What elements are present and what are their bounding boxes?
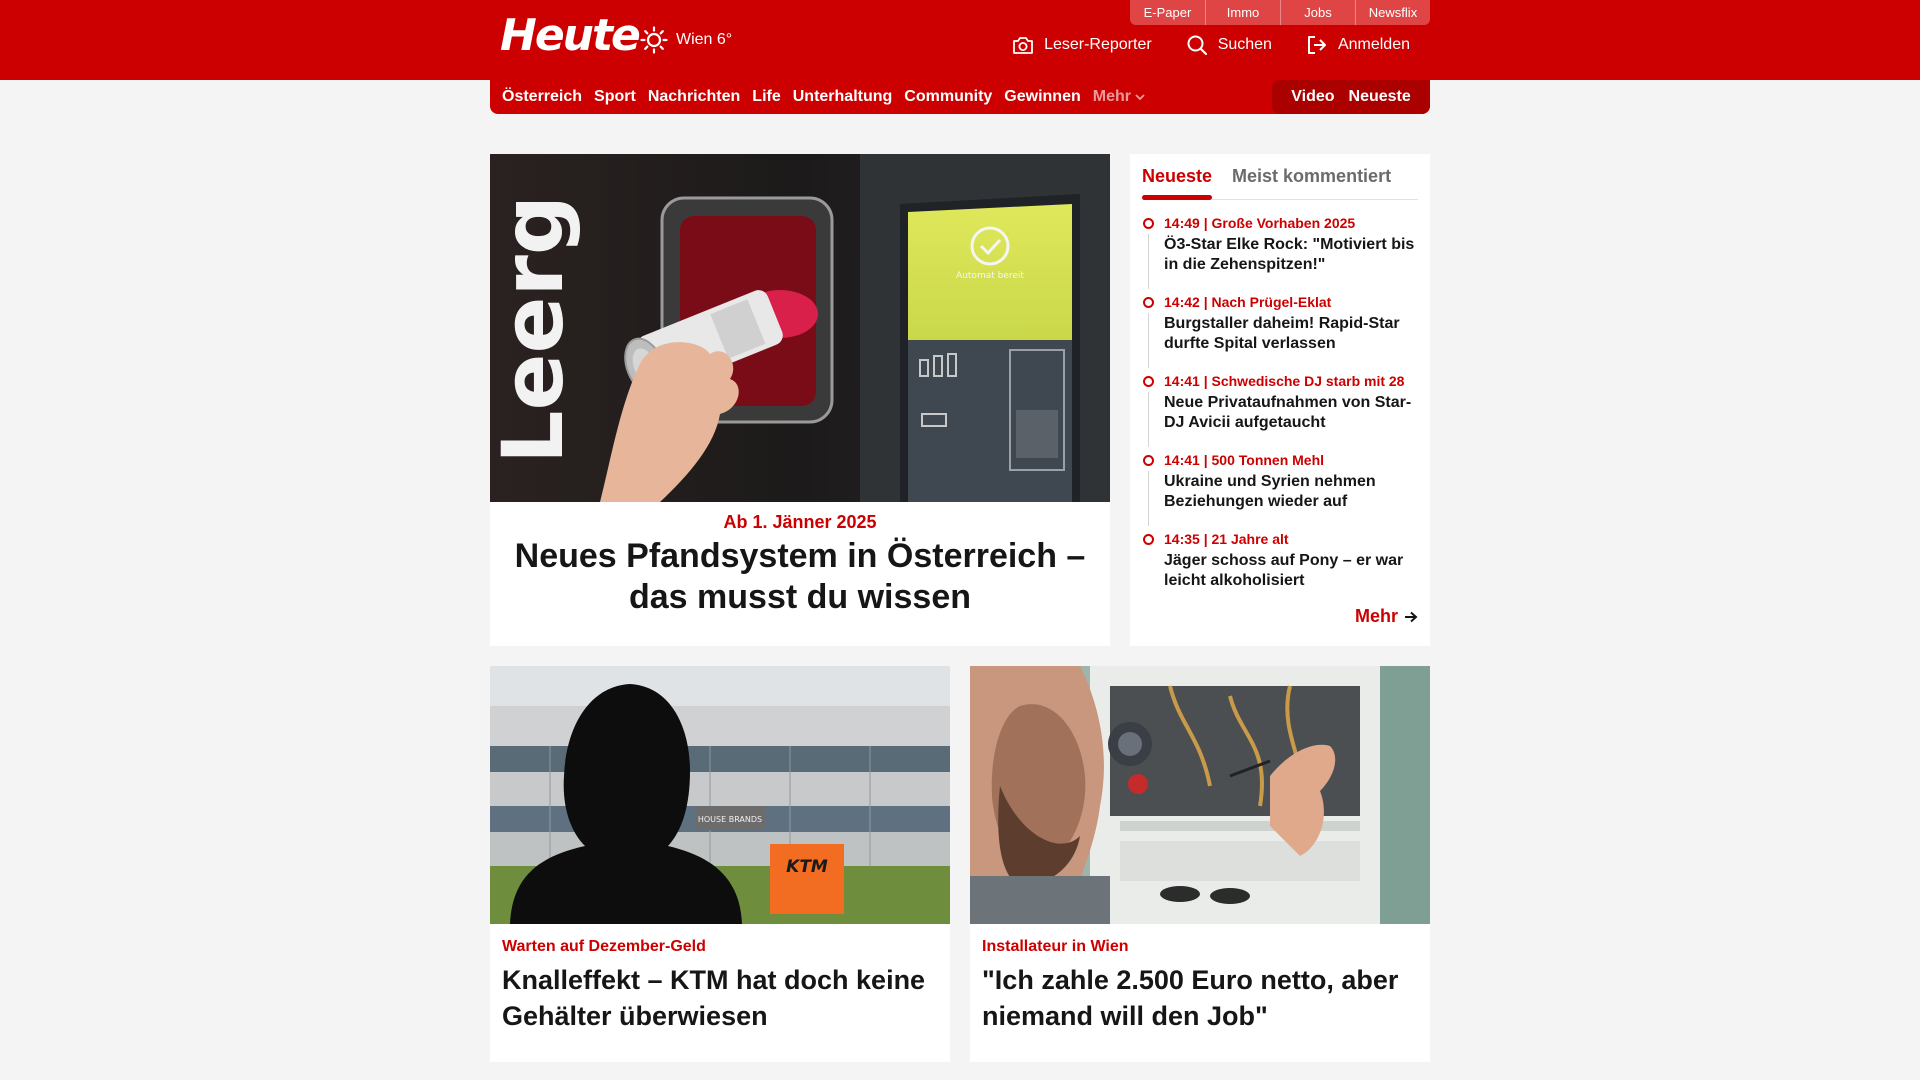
leser-reporter-label: Leser-Reporter [1044, 36, 1152, 53]
nav-item-oesterreich[interactable]: Österreich [502, 88, 582, 106]
header-actions: Leser-Reporter Suchen Anmelden [1012, 34, 1410, 56]
site-header: Heute Wien 6° E-Paper Immo Jobs Newsflix [0, 0, 1920, 80]
nav-item-community[interactable]: Community [904, 88, 992, 106]
ticker-item[interactable]: 14:35 | 21 Jahre alt Jäger schoss auf Po… [1142, 530, 1422, 609]
article-image-ktm[interactable]: HOUSE BRANDS KTM [490, 666, 950, 924]
login-icon [1307, 36, 1326, 54]
nav-item-video[interactable]: Video [1291, 88, 1334, 106]
ticker-meta: 14:41 | Schwedische DJ starb mit 28 [1164, 373, 1405, 389]
login-label: Anmelden [1337, 36, 1410, 53]
ticker-meta: 14:42 | Nach Prügel-Eklat [1164, 294, 1332, 310]
timeline-line [1148, 234, 1149, 289]
ticker-item[interactable]: 14:41 | 500 Tonnen Mehl Ukraine und Syri… [1142, 451, 1422, 530]
weather-widget[interactable]: Wien 6° [640, 26, 732, 54]
utility-link-epaper[interactable]: E-Paper [1130, 0, 1205, 25]
ticker-title[interactable]: Ö3-Star Elke Rock: "Motiviert bis in die… [1164, 235, 1422, 275]
hero-image-text: Leerg [490, 195, 582, 464]
article-headline[interactable]: "Ich zahle 2.500 Euro netto, aber nieman… [982, 962, 1422, 1034]
ticker-title[interactable]: Jäger schoss auf Pony – er war leicht al… [1164, 551, 1422, 591]
building-sign-text: HOUSE BRANDS [698, 815, 762, 824]
article-kicker: Installateur in Wien [982, 938, 1129, 955]
utility-nav: E-Paper Immo Jobs Newsflix [1130, 0, 1430, 25]
timeline-line [1148, 392, 1149, 447]
article-headline[interactable]: Knalleffekt – KTM hat doch keine Gehälte… [502, 962, 942, 1034]
nav-item-gewinnen[interactable]: Gewinnen [1004, 88, 1080, 106]
ticker-title[interactable]: Ukraine und Syrien nehmen Beziehungen wi… [1164, 472, 1422, 512]
tab-meist-kommentiert[interactable]: Meist kommentiert [1232, 162, 1391, 199]
timeline-line [1148, 471, 1149, 526]
latest-news-sidebar: Neueste Meist kommentiert 14:49 | Große … [1130, 154, 1430, 646]
ticker-item[interactable]: 14:42 | Nach Prügel-Eklat Burgstaller da… [1142, 293, 1422, 372]
camera-icon [1013, 37, 1033, 54]
hero-screen-text: Automat bereit [956, 271, 1024, 281]
timeline-dot-icon [1143, 455, 1154, 466]
site-logo[interactable]: Heute [500, 12, 641, 60]
article-image-installateur[interactable] [970, 666, 1430, 924]
nav-item-neueste[interactable]: Neueste [1349, 88, 1411, 106]
leser-reporter-button[interactable]: Leser-Reporter [1012, 34, 1152, 56]
sidebar-more-link[interactable]: Mehr [1355, 606, 1418, 627]
hero-image[interactable]: Leerg Automat bereit [490, 154, 1110, 502]
ticker-item[interactable]: 14:41 | Schwedische DJ starb mit 28 Neue… [1142, 372, 1422, 451]
article-card-ktm[interactable]: HOUSE BRANDS KTM Warten auf Dezember-Gel… [490, 666, 950, 1062]
article-kicker: Warten auf Dezember-Geld [502, 938, 706, 955]
search-button[interactable]: Suchen [1186, 34, 1272, 56]
main-nav: Österreich Sport Nachrichten Life Unterh… [490, 80, 1430, 114]
arrow-right-icon [1405, 611, 1418, 622]
ktm-logo: KTM [786, 857, 828, 877]
sidebar-tabs: Neueste Meist kommentiert [1142, 162, 1418, 200]
ticker-title[interactable]: Neue Privataufnahmen von Star-DJ Avicii … [1164, 393, 1422, 433]
weather-label: Wien 6° [676, 31, 733, 48]
nav-item-life[interactable]: Life [752, 88, 780, 106]
nav-item-nachrichten[interactable]: Nachrichten [648, 88, 740, 106]
ticker-meta: 14:41 | 500 Tonnen Mehl [1164, 452, 1325, 468]
ticker-meta: 14:49 | Große Vorhaben 2025 [1164, 215, 1356, 231]
sun-icon [640, 26, 668, 54]
timeline-dot-icon [1143, 218, 1154, 229]
timeline-dot-icon [1143, 376, 1154, 387]
article-card-installateur[interactable]: Installateur in Wien "Ich zahle 2.500 Eu… [970, 666, 1430, 1062]
ticker-item[interactable]: 14:49 | Große Vorhaben 2025 Ö3-Star Elke… [1142, 214, 1422, 293]
timeline-line [1148, 313, 1149, 368]
utility-link-jobs[interactable]: Jobs [1280, 0, 1355, 25]
nav-item-unterhaltung[interactable]: Unterhaltung [793, 88, 893, 106]
utility-link-immo[interactable]: Immo [1205, 0, 1280, 25]
sidebar-more-label: Mehr [1354, 606, 1398, 626]
utility-link-newsflix[interactable]: Newsflix [1355, 0, 1430, 25]
login-button[interactable]: Anmelden [1306, 34, 1410, 56]
hero-kicker: Ab 1. Jänner 2025 [723, 512, 877, 532]
hero-article[interactable]: Leerg Automat bereit Ab 1. Jänner 2025 N… [490, 154, 1110, 646]
search-icon [1187, 35, 1207, 56]
ticker-title[interactable]: Burgstaller daheim! Rapid-Star durfte Sp… [1164, 314, 1422, 354]
hero-headline[interactable]: Neues Pfandsystem in Österreich – das mu… [498, 536, 1102, 618]
nav-more-dropdown[interactable]: Mehr [1093, 88, 1145, 106]
timeline-dot-icon [1143, 534, 1154, 545]
search-label: Suchen [1217, 36, 1272, 53]
ticker-meta: 14:35 | 21 Jahre alt [1164, 531, 1289, 547]
nav-right-group: Video Neueste [1272, 80, 1430, 114]
timeline-dot-icon [1143, 297, 1154, 308]
nav-more-label: Mehr [1092, 88, 1131, 105]
chevron-down-icon [1135, 94, 1145, 101]
tab-neueste[interactable]: Neueste [1142, 162, 1213, 200]
news-ticker: 14:49 | Große Vorhaben 2025 Ö3-Star Elke… [1142, 214, 1422, 609]
nav-item-sport[interactable]: Sport [594, 88, 636, 106]
